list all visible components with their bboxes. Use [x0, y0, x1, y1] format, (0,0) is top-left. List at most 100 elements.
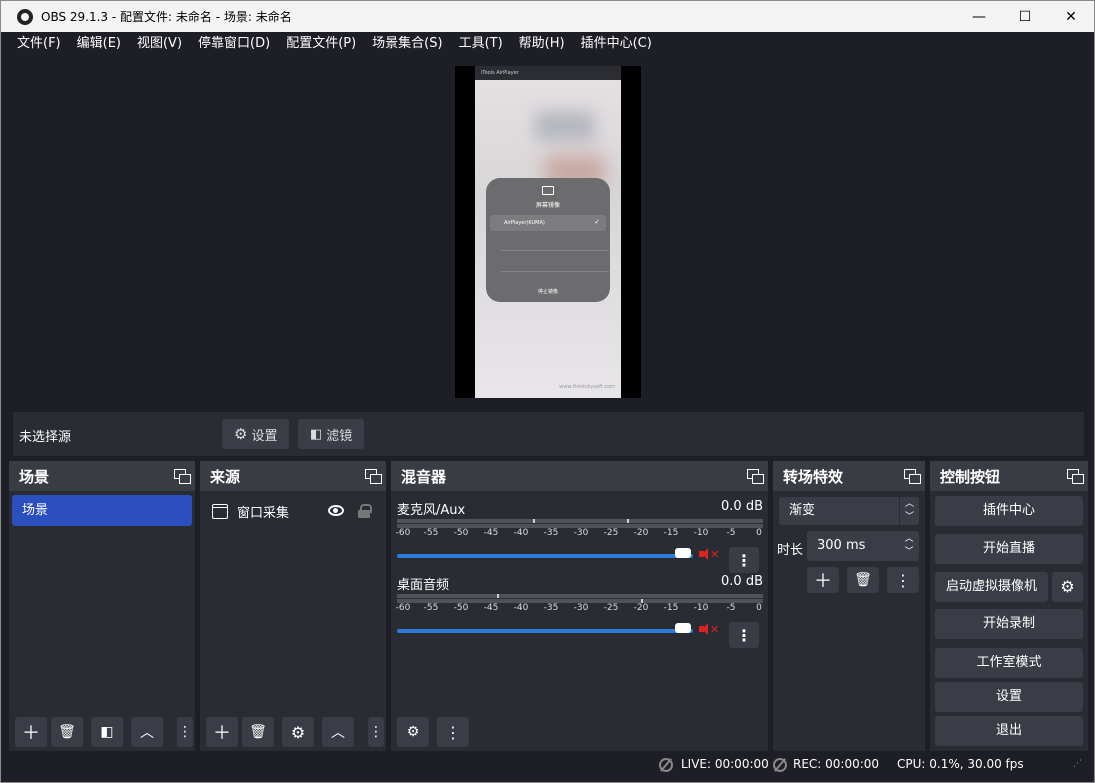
move-source-up-button[interactable]: ︿: [322, 717, 354, 747]
source-filters-button[interactable]: ◧ 滤镜: [298, 419, 365, 449]
start-streaming-button[interactable]: 开始直播: [935, 534, 1083, 564]
mixer-more-button[interactable]: ⋮: [437, 717, 469, 747]
menu-tools[interactable]: 工具(T): [451, 32, 511, 56]
muted-speaker-icon[interactable]: ✕: [699, 548, 719, 562]
rec-time: REC: 00:00:00: [793, 757, 880, 771]
rec-offline-icon: [773, 758, 787, 772]
close-button[interactable]: ✕: [1048, 1, 1094, 32]
volume-slider-handle[interactable]: [675, 623, 691, 633]
delete-source-button[interactable]: 🗑: [242, 717, 274, 747]
maximize-button[interactable]: ☐: [1002, 1, 1048, 32]
menu-docks[interactable]: 停靠窗口(D): [190, 32, 278, 56]
tick-label: -15: [663, 603, 679, 613]
tick-label: -45: [483, 528, 499, 538]
gear-icon: ⚙: [1060, 577, 1075, 596]
gear-icon: ⚙: [234, 425, 248, 443]
more-vertical-icon: ⋮: [178, 724, 192, 740]
menu-view[interactable]: 视图(V): [129, 32, 190, 56]
duration-spinbox[interactable]: 300 ms ︿ ﹀: [807, 531, 919, 561]
duration-label: 时长: [777, 543, 804, 558]
controls-dock-title: 控制按钮: [940, 467, 1001, 486]
filter-icon: ◧: [310, 426, 323, 442]
tick-label: 0: [756, 528, 762, 538]
start-recording-button[interactable]: 开始录制: [935, 609, 1083, 639]
source-more-button[interactable]: ⋮: [368, 717, 384, 747]
scenes-dock: 场景 场景 ＋ 🗑 ◧ ︿ ⋮: [9, 461, 195, 751]
settings-button[interactable]: 设置: [935, 682, 1083, 712]
phone-mirror-capture: iTools AirPlayer 屏幕镜像 AirPlayer(KUMA) ✓ …: [475, 66, 621, 398]
add-scene-button[interactable]: ＋: [15, 717, 47, 747]
menu-file[interactable]: 文件(F): [9, 32, 69, 56]
channel-menu-button[interactable]: ⋮: [729, 547, 759, 573]
more-vertical-icon: ⋮: [445, 722, 461, 742]
sources-dock-header: 来源: [200, 461, 386, 491]
start-virtual-camera-button[interactable]: 启动虚拟摄像机: [935, 572, 1048, 602]
mixer-channel-desktop: 桌面音频 0.0 dB -60 -55 -50 -45 -40 -35 -30 …: [396, 574, 763, 648]
channel-menu-button[interactable]: ⋮: [729, 622, 759, 648]
source-settings-button[interactable]: ⚙ 设置: [222, 419, 290, 449]
channel-db: 0.0 dB: [721, 499, 763, 514]
lock-icon[interactable]: [358, 504, 372, 518]
gear-icon: ⚙: [290, 722, 306, 742]
menu-scene-collection[interactable]: 场景集合(S): [364, 32, 450, 56]
tick-label: -30: [573, 603, 589, 613]
window-title: OBS 29.1.3 - 配置文件: 未命名 - 场景: 未命名: [41, 10, 292, 24]
transition-properties-button[interactable]: ⋮: [887, 567, 919, 593]
preview-canvas[interactable]: iTools AirPlayer 屏幕镜像 AirPlayer(KUMA) ✓ …: [455, 66, 641, 398]
add-source-button[interactable]: ＋: [206, 717, 238, 747]
undock-icon[interactable]: [174, 469, 191, 484]
volume-slider-handle[interactable]: [675, 548, 691, 558]
delete-scene-button[interactable]: 🗑: [51, 717, 83, 747]
trash-icon: 🗑: [249, 724, 267, 740]
muted-speaker-icon[interactable]: ✕: [699, 623, 719, 637]
menu-profile[interactable]: 配置文件(P): [278, 32, 364, 56]
airplay-device-name: AirPlayer(KUMA): [504, 220, 545, 226]
tick-label: -20: [633, 528, 649, 538]
channel-db: 0.0 dB: [721, 574, 763, 589]
undock-icon[interactable]: [904, 469, 921, 484]
meter-peak: [627, 519, 629, 523]
undock-icon[interactable]: [747, 469, 764, 484]
checkmark-icon: ✓: [594, 218, 600, 226]
volume-slider[interactable]: [397, 554, 693, 558]
undock-icon[interactable]: [365, 469, 382, 484]
filter-icon: ◧: [100, 724, 114, 740]
menu-plugin-center[interactable]: 插件中心(C): [573, 32, 660, 56]
menu-edit[interactable]: 编辑(E): [69, 32, 129, 56]
remove-transition-button[interactable]: 🗑: [847, 567, 879, 593]
meter-bar: [397, 519, 763, 523]
visibility-eye-icon[interactable]: [328, 505, 344, 516]
studio-mode-button[interactable]: 工作室模式: [935, 648, 1083, 678]
add-transition-button[interactable]: ＋: [807, 567, 839, 593]
meter-peak: [533, 519, 535, 523]
tick-label: -10: [693, 603, 709, 613]
mixer-dock: 混音器 麦克风/Aux 0.0 dB -60 -55 -50 -45 -40 -…: [391, 461, 768, 751]
undock-icon[interactable]: [1067, 469, 1084, 484]
audio-advanced-settings-button[interactable]: ⚙: [397, 717, 429, 747]
chevron-up-icon: ︿: [140, 725, 154, 741]
source-properties-button[interactable]: ⚙: [282, 717, 314, 747]
source-list-item[interactable]: 窗口采集: [212, 501, 376, 521]
exit-button[interactable]: 退出: [935, 716, 1083, 746]
scene-list-item[interactable]: 场景: [12, 495, 192, 526]
resize-grip-icon[interactable]: ⋰: [1073, 759, 1082, 769]
scenes-dock-title: 场景: [19, 467, 50, 486]
spin-arrows-icon[interactable]: ︿ ﹀: [899, 531, 919, 561]
plugin-center-button[interactable]: 插件中心: [935, 496, 1083, 526]
scene-filters-button[interactable]: ◧: [91, 717, 123, 747]
preview-area[interactable]: iTools AirPlayer 屏幕镜像 AirPlayer(KUMA) ✓ …: [9, 56, 1088, 408]
scene-more-button[interactable]: ⋮: [177, 717, 193, 747]
title-bar: OBS 29.1.3 - 配置文件: 未命名 - 场景: 未命名 — ☐ ✕: [1, 1, 1094, 32]
transition-select[interactable]: 渐变 ︿ ﹀: [779, 497, 919, 525]
virtual-camera-settings-button[interactable]: ⚙: [1052, 572, 1083, 602]
meter-bar: [397, 594, 763, 598]
menu-help[interactable]: 帮助(H): [511, 32, 573, 56]
tick-label: -35: [543, 528, 559, 538]
volume-slider[interactable]: [397, 629, 693, 633]
airplay-device-row: AirPlayer(KUMA) ✓: [490, 215, 606, 231]
tick-label: -20: [633, 603, 649, 613]
move-scene-up-button[interactable]: ︿: [131, 717, 163, 747]
source-filters-label: 滤镜: [326, 428, 353, 444]
tick-label: -10: [693, 528, 709, 538]
minimize-button[interactable]: —: [956, 1, 1002, 32]
